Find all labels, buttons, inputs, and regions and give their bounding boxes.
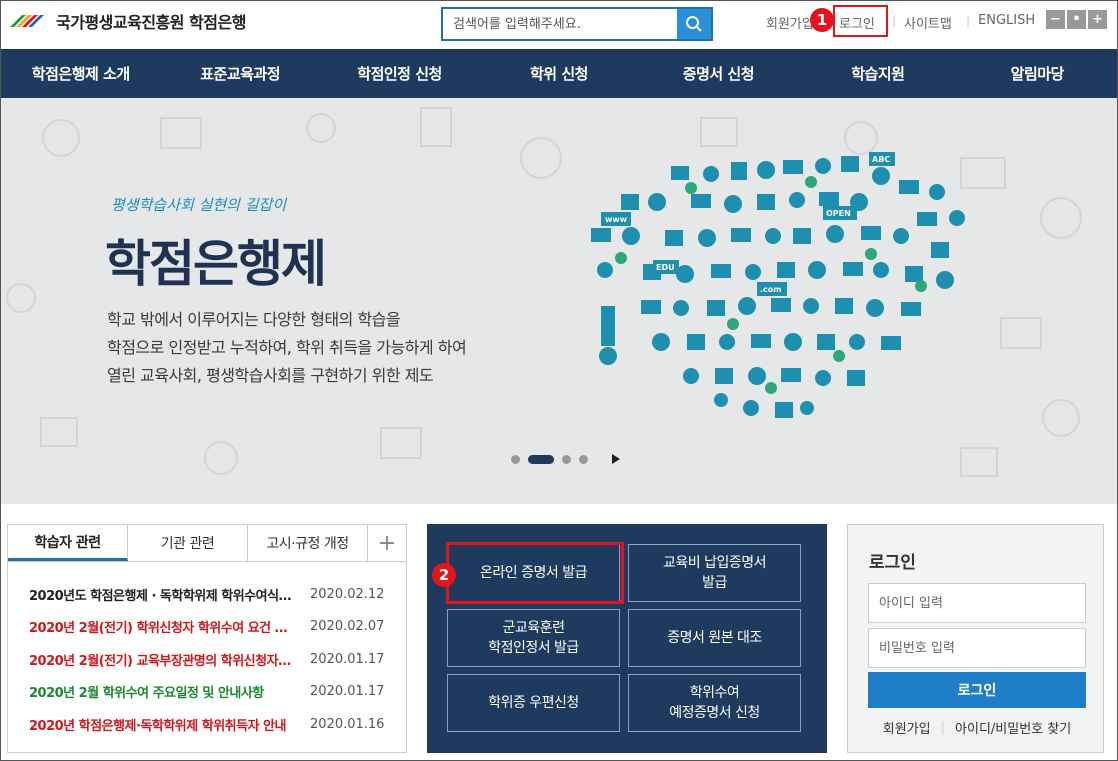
notice-title: 2020년도 학점은행제 · 독학학위제 학위수여식 안내 xyxy=(29,588,295,604)
slide-dot[interactable] xyxy=(579,454,588,464)
link-separator: | xyxy=(940,720,946,735)
search-input[interactable] xyxy=(443,9,677,39)
signup-link[interactable]: 회원가입 xyxy=(883,718,931,737)
notice-tabs: 학습자 관련 기관 관련 고시·규정 개정 + xyxy=(8,525,406,562)
nav-item-certificate[interactable]: 증명서 신청 xyxy=(639,49,798,98)
notice-date: 2020.01.17 xyxy=(310,684,385,700)
hero-desc-line: 열린 교육사회, 평생학습사회를 구현하기 위한 제도 xyxy=(107,366,434,385)
certificate-panel: 온라인 증명서 발급 교육비 납입증명서발급 군교육훈련학점인정서 발급 증명서… xyxy=(427,524,827,753)
logo-icon xyxy=(10,15,44,27)
tab-institution[interactable]: 기관 관련 xyxy=(128,525,248,561)
hero-slogan: 평생학습사회 실현의 길잡이 xyxy=(111,196,287,214)
hero-description: 학교 밖에서 이루어지는 다양한 형태의 학습을 학점으로 인정받고 누적하여,… xyxy=(107,306,467,390)
logo-text: 국가평생교육진흥원 학점은행 xyxy=(56,13,246,32)
slide-indicator xyxy=(511,454,620,464)
nav-item-intro[interactable]: 학점은행제 소개 xyxy=(1,49,160,98)
play-icon[interactable] xyxy=(612,454,620,464)
login-button[interactable]: 로그인 xyxy=(868,672,1086,708)
slide-dot-active[interactable] xyxy=(528,454,554,464)
password-input[interactable] xyxy=(868,628,1086,668)
art-label: www xyxy=(605,215,628,224)
nav-item-degree-apply[interactable]: 학위 신청 xyxy=(479,49,638,98)
slide-dot[interactable] xyxy=(562,454,571,464)
btn-line: 발급 xyxy=(702,575,727,591)
font-decrease-button[interactable]: − xyxy=(1046,10,1065,29)
signup-link[interactable]: 회원가입 xyxy=(766,13,814,32)
english-link[interactable]: ENGLISH xyxy=(978,13,1035,28)
btn-line: 학점인정서 발급 xyxy=(488,640,579,656)
search-button[interactable] xyxy=(677,9,711,39)
notice-date: 2020.02.12 xyxy=(310,586,385,602)
hero-desc-line: 학교 밖에서 이루어지는 다양한 형태의 학습을 xyxy=(107,310,401,329)
btn-line: 교육비 납입증명서 xyxy=(663,555,767,571)
notice-list: 2020년도 학점은행제 · 독학학위제 학위수여식 안내 2020.02.12 2… xyxy=(8,562,406,741)
hero-desc-line: 학점으로 인정받고 누적하여, 학위 취득을 가능하게 하여 xyxy=(107,338,467,357)
font-increase-button[interactable]: + xyxy=(1088,10,1107,29)
notice-item[interactable]: 2020년 2월(전기) 학위신청자 학위수여 요건 확인 안내 2020.02.… xyxy=(8,611,406,644)
login-panel: 로그인 로그인 회원가입 | 아이디/비밀번호 찾기 xyxy=(847,524,1104,753)
notice-date: 2020.02.07 xyxy=(310,619,385,635)
tab-learner[interactable]: 학습자 관련 xyxy=(8,525,128,561)
login-highlight-box xyxy=(833,5,888,37)
login-links: 회원가입 | 아이디/비밀번호 찾기 xyxy=(868,718,1086,737)
online-certificate-button[interactable]: 온라인 증명서 발급 xyxy=(447,544,620,602)
nav-item-notice[interactable]: 알림마당 xyxy=(958,49,1117,98)
btn-line: 예정증명서 신청 xyxy=(669,705,760,721)
degree-mail-button[interactable]: 학위증 우편신청 xyxy=(447,674,620,732)
notice-item[interactable]: 2020년 2월 학위수여 주요일정 및 안내사항 2020.01.17 xyxy=(8,676,406,709)
tuition-certificate-button[interactable]: 교육비 납입증명서발급 xyxy=(628,544,801,602)
hero-banner: 평생학습사회 실현의 길잡이 학점은행제 학교 밖에서 이루어지는 다양한 형태… xyxy=(1,98,1117,504)
graduation-cap-icon-cloud: ABC EDU OPEN www .com xyxy=(591,152,965,418)
notice-item[interactable]: 2020년도 학점은행제 · 독학학위제 학위수여식 안내 2020.02.12 xyxy=(8,578,406,611)
notice-item[interactable]: 2020년 2월(전기) 교육부장관명의 학위신청자 안내 2020.01.17 xyxy=(8,643,406,676)
util-separator: | xyxy=(892,14,897,28)
notice-panel: 학습자 관련 기관 관련 고시·규정 개정 + 2020년도 학점은행제 · 독… xyxy=(7,524,407,753)
notice-date: 2020.01.16 xyxy=(310,716,385,732)
step-badge-2: 2 xyxy=(432,563,456,587)
notice-title: 2020년 2월 학위수여 주요일정 및 안내사항 xyxy=(29,686,264,702)
certificate-verify-button[interactable]: 증명서 원본 대조 xyxy=(628,609,801,667)
notice-title: 2020년 학점은행제·독학학위제 학위취득자 안내 xyxy=(29,718,286,734)
hero-title: 학점은행제 xyxy=(105,235,327,293)
slide-dot[interactable] xyxy=(511,454,520,464)
notice-date: 2020.01.17 xyxy=(310,651,385,667)
notice-title: 2020년 2월(전기) 교육부장관명의 학위신청자 안내 xyxy=(29,653,295,669)
main-nav: 학점은행제 소개 표준교육과정 학점인정 신청 학위 신청 증명서 신청 학습지… xyxy=(1,49,1117,98)
military-credit-button[interactable]: 군교육훈련학점인정서 발급 xyxy=(447,609,620,667)
font-reset-button[interactable]: • xyxy=(1067,10,1086,29)
expected-degree-button[interactable]: 학위수여예정증명서 신청 xyxy=(628,674,801,732)
art-label: ABC xyxy=(872,155,890,164)
art-label: .com xyxy=(760,285,782,294)
more-plus-icon[interactable]: + xyxy=(368,525,406,561)
sitemap-link[interactable]: 사이트맵 xyxy=(904,13,952,32)
nav-item-learning-support[interactable]: 학습지원 xyxy=(798,49,957,98)
util-separator: | xyxy=(966,14,971,28)
step-badge-1: 1 xyxy=(810,8,834,32)
btn-line: 군교육훈련 xyxy=(502,620,565,636)
login-title: 로그인 xyxy=(869,553,916,573)
search-box xyxy=(441,7,713,41)
tab-regulation[interactable]: 고시·규정 개정 xyxy=(248,525,368,561)
search-icon xyxy=(686,16,702,32)
header: 국가평생교육진흥원 학점은행 회원가입 로그인 | 사이트맵 | ENGLISH… xyxy=(0,0,1118,48)
btn-line: 학위수여 xyxy=(689,685,740,701)
notice-title: 2020년 2월(전기) 학위신청자 학위수여 요건 확인 안내 xyxy=(29,621,295,637)
id-input[interactable] xyxy=(868,583,1086,623)
notice-item[interactable]: 2020년 학점은행제·독학학위제 학위취득자 안내 2020.01.16 xyxy=(8,708,406,741)
find-account-link[interactable]: 아이디/비밀번호 찾기 xyxy=(955,718,1071,737)
nav-item-curriculum[interactable]: 표준교육과정 xyxy=(160,49,319,98)
site-logo[interactable]: 국가평생교육진흥원 학점은행 xyxy=(8,9,246,33)
art-label: OPEN xyxy=(826,209,851,218)
art-label: EDU xyxy=(656,263,675,272)
nav-item-credit-apply[interactable]: 학점인정 신청 xyxy=(320,49,479,98)
